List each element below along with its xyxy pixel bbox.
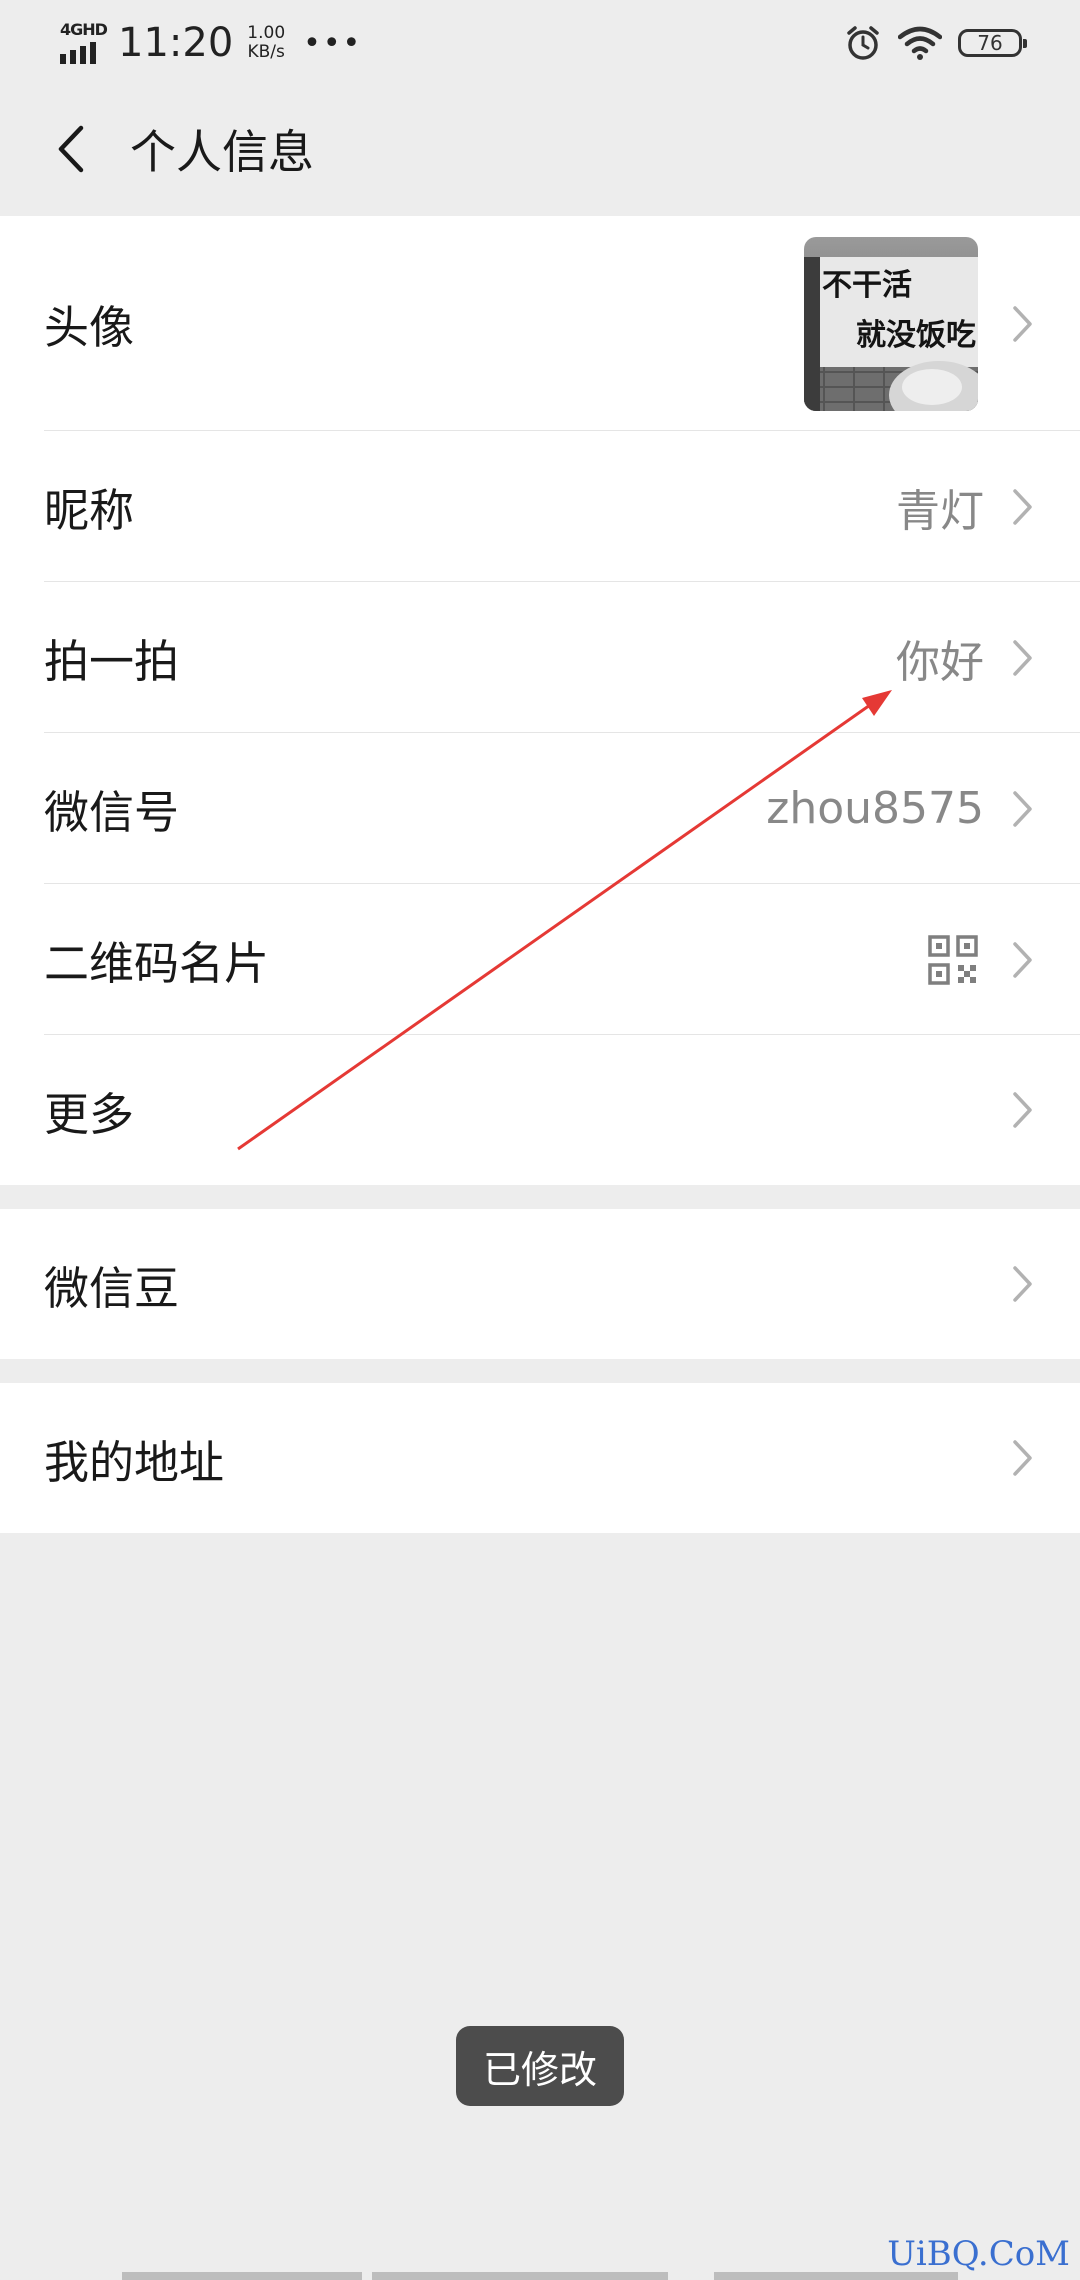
avatar-text-line1: 不干活 (822, 268, 912, 303)
status-right: 76 (844, 18, 1027, 68)
row-address[interactable]: 我的地址 (0, 1383, 1080, 1533)
row-wechat-id-label: 微信号 (44, 786, 180, 839)
row-qr-card-label: 二维码名片 (44, 937, 270, 990)
battery-level: 76 (977, 31, 1003, 55)
back-button[interactable] (30, 99, 110, 199)
row-pat-label: 拍一拍 (44, 635, 180, 688)
wechat-beans-group: 微信豆 (0, 1209, 1080, 1359)
chevron-right-icon (1012, 639, 1034, 677)
watermark: UiBQ.CoM (887, 2234, 1070, 2274)
row-more[interactable]: 更多 (0, 1035, 1080, 1185)
avatar-text-line2: 就没饭吃 (856, 318, 976, 353)
row-nickname-value: 青灯 (896, 485, 984, 537)
toast: 已修改 (456, 2026, 624, 2106)
row-pat[interactable]: 拍一拍 你好 (0, 582, 1080, 733)
row-nickname[interactable]: 昵称 青灯 (0, 431, 1080, 582)
row-wechat-id-value: zhou8575 (766, 783, 984, 834)
network-type-label: 4GHD (60, 20, 108, 39)
chevron-right-icon (1012, 1091, 1034, 1129)
more-notifications-icon: ••• (303, 25, 363, 61)
battery-icon: 76 (958, 29, 1027, 57)
network-speed: 1.00 KB/s (247, 24, 285, 62)
row-wechat-id[interactable]: 微信号 zhou8575 (0, 733, 1080, 884)
chevron-right-icon (1012, 1439, 1034, 1477)
row-more-label: 更多 (44, 1087, 135, 1141)
page-title: 个人信息 (130, 125, 314, 179)
status-time: 11:20 (118, 20, 234, 66)
toast-text: 已修改 (482, 2047, 597, 2092)
nav-bar: 个人信息 (0, 84, 1080, 214)
cellular-signal-icon: 4GHD (58, 20, 108, 66)
wifi-icon (898, 26, 942, 60)
row-nickname-label: 昵称 (44, 484, 135, 537)
row-wechat-beans[interactable]: 微信豆 (0, 1209, 1080, 1359)
network-speed-unit: KB/s (247, 42, 285, 62)
qr-code-icon (928, 934, 978, 985)
network-speed-value: 1.00 (247, 23, 286, 43)
status-bar: 4GHD 11:20 1.00 KB/s ••• 76 (0, 0, 1080, 84)
screen: 4GHD 11:20 1.00 KB/s ••• 76 个人信息 头像 不干活 … (0, 0, 1080, 2280)
chevron-right-icon (1012, 790, 1034, 828)
bottom-bar-segment (372, 2272, 668, 2280)
profile-info-group: 头像 不干活 就没饭吃 昵称 青灯 拍一拍 你好 微信号 zhou8575 二维… (0, 216, 1080, 1185)
address-group: 我的地址 (0, 1383, 1080, 1533)
row-pat-value: 你好 (896, 636, 984, 688)
row-qr-card[interactable]: 二维码名片 (0, 884, 1080, 1035)
bottom-bar-segment (122, 2272, 362, 2280)
chevron-right-icon (1012, 941, 1034, 979)
row-avatar[interactable]: 头像 不干活 就没饭吃 (0, 216, 1080, 431)
chevron-right-icon (1012, 488, 1034, 526)
chevron-right-icon (1012, 1265, 1034, 1303)
back-arrow-icon (58, 125, 84, 173)
row-address-label: 我的地址 (44, 1435, 225, 1489)
row-wechat-beans-label: 微信豆 (44, 1261, 180, 1315)
avatar-image: 不干活 就没饭吃 (804, 236, 978, 411)
status-left: 4GHD 11:20 1.00 KB/s ••• (58, 18, 362, 68)
alarm-icon (847, 26, 879, 60)
chevron-right-icon (1012, 305, 1034, 343)
row-avatar-label: 头像 (44, 301, 135, 354)
